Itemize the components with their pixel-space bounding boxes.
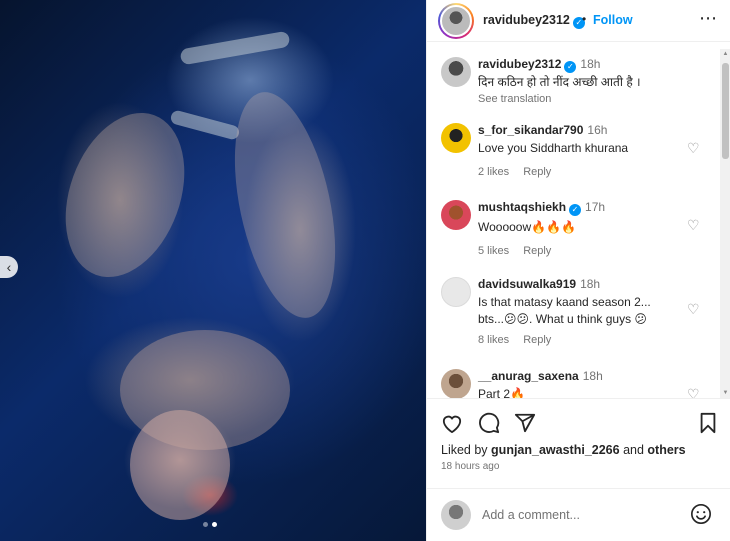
liked-by-prefix: Liked by <box>441 443 488 457</box>
heart-icon[interactable]: ♡ <box>687 217 700 234</box>
liked-by-and: and <box>623 443 644 457</box>
share-icon[interactable] <box>513 411 537 435</box>
caption-text: दिन कठिन हो तो नींद अच्छी आती है । <box>478 75 641 89</box>
comment-likes[interactable]: 5 likes <box>478 245 509 257</box>
comment-text: Is that matasy kaand season 2... bts...😕… <box>478 295 651 326</box>
author-avatar[interactable] <box>438 3 474 39</box>
commenter-avatar[interactable] <box>441 123 471 153</box>
bookmark-icon[interactable] <box>696 411 720 435</box>
commenter-username[interactable]: davidsuwalka919 <box>478 277 576 291</box>
scroll-down-arrow[interactable]: ▼ <box>722 390 729 396</box>
comment-time: 17h <box>585 200 606 214</box>
caption-username[interactable]: ravidubey2312 <box>478 57 561 71</box>
comment-text: Part 2🔥 <box>478 387 525 398</box>
scroll-up-arrow[interactable]: ▲ <box>722 51 729 57</box>
commenter-avatar[interactable] <box>441 369 471 398</box>
comments-scrollbar[interactable]: ▲ ▼ <box>720 49 730 398</box>
header-separator: • <box>582 12 587 26</box>
carousel-dot <box>203 522 208 527</box>
post-timestamp[interactable]: 18 hours ago <box>441 461 499 472</box>
caption-time: 18h <box>580 57 601 71</box>
verified-icon: ✓ <box>564 61 577 73</box>
commenter-avatar[interactable] <box>441 200 471 230</box>
heart-icon[interactable] <box>440 411 464 435</box>
heart-icon[interactable]: ♡ <box>687 386 700 398</box>
more-icon[interactable]: ⋯ <box>699 8 718 29</box>
post-image[interactable]: ‹ <box>0 0 426 541</box>
comment-time: 18h <box>580 277 601 291</box>
current-user-avatar <box>441 500 471 530</box>
heart-icon[interactable]: ♡ <box>687 140 700 157</box>
commenter-username[interactable]: mushtaqshiekh <box>478 200 566 214</box>
caption-avatar[interactable] <box>441 57 471 87</box>
verified-icon: ✓ <box>569 204 582 216</box>
post-header: ravidubey2312 ✓ • Follow ⋯ <box>427 0 730 42</box>
commenter-username[interactable]: __anurag_saxena <box>478 369 579 383</box>
commenter-avatar-default[interactable] <box>441 277 471 307</box>
carousel-dots <box>203 522 217 527</box>
add-comment-input[interactable] <box>482 505 682 525</box>
rope-shape <box>169 109 241 141</box>
see-translation-link[interactable]: See translation <box>478 93 698 105</box>
comment-likes[interactable]: 8 likes <box>478 334 509 346</box>
post-actions: Liked by gunjan_awasthi_2266 and others … <box>427 398 730 488</box>
comments-list[interactable]: ravidubey2312 ✓ 18h दिन कठिन हो तो नींद अच… <box>427 43 730 398</box>
add-comment-bar <box>427 488 730 541</box>
liked-by-user[interactable]: gunjan_awasthi_2266 <box>491 443 620 457</box>
post-side-panel: ravidubey2312 ✓ • Follow ⋯ ravidubey2312 ✓… <box>426 0 730 541</box>
post-dialog: ‹ ravidubey2312 ✓ • Follow ⋯ ravidubey231… <box>0 0 730 541</box>
author-username[interactable]: ravidubey2312 ✓ <box>483 13 585 29</box>
rope-shape <box>179 30 291 66</box>
liked-by-others[interactable]: others <box>647 443 685 457</box>
comment-time: 16h <box>587 123 608 137</box>
comment-text: Wooooow🔥🔥🔥 <box>478 220 576 234</box>
carousel-dot-active <box>212 522 217 527</box>
follow-button[interactable]: Follow <box>593 13 633 27</box>
commenter-username[interactable]: s_for_sikandar790 <box>478 123 583 137</box>
author-username-text[interactable]: ravidubey2312 <box>483 13 570 27</box>
emoji-icon[interactable] <box>690 503 712 525</box>
comment-likes[interactable]: 2 likes <box>478 166 509 178</box>
reply-button[interactable]: Reply <box>523 166 551 178</box>
carousel-prev-button[interactable]: ‹ <box>0 256 18 278</box>
reply-button[interactable]: Reply <box>523 334 551 346</box>
comment-icon[interactable] <box>477 411 501 435</box>
liked-by: Liked by gunjan_awasthi_2266 and others <box>441 443 686 457</box>
head-shape <box>130 410 230 520</box>
reply-button[interactable]: Reply <box>523 245 551 257</box>
scrollbar-thumb[interactable] <box>722 63 729 159</box>
comment-text: Love you Siddharth khurana <box>478 141 629 155</box>
arm-shape <box>217 83 353 327</box>
chevron-left-icon: ‹ <box>6 259 12 275</box>
heart-icon[interactable]: ♡ <box>687 301 700 318</box>
comment-time: 18h <box>582 369 603 383</box>
